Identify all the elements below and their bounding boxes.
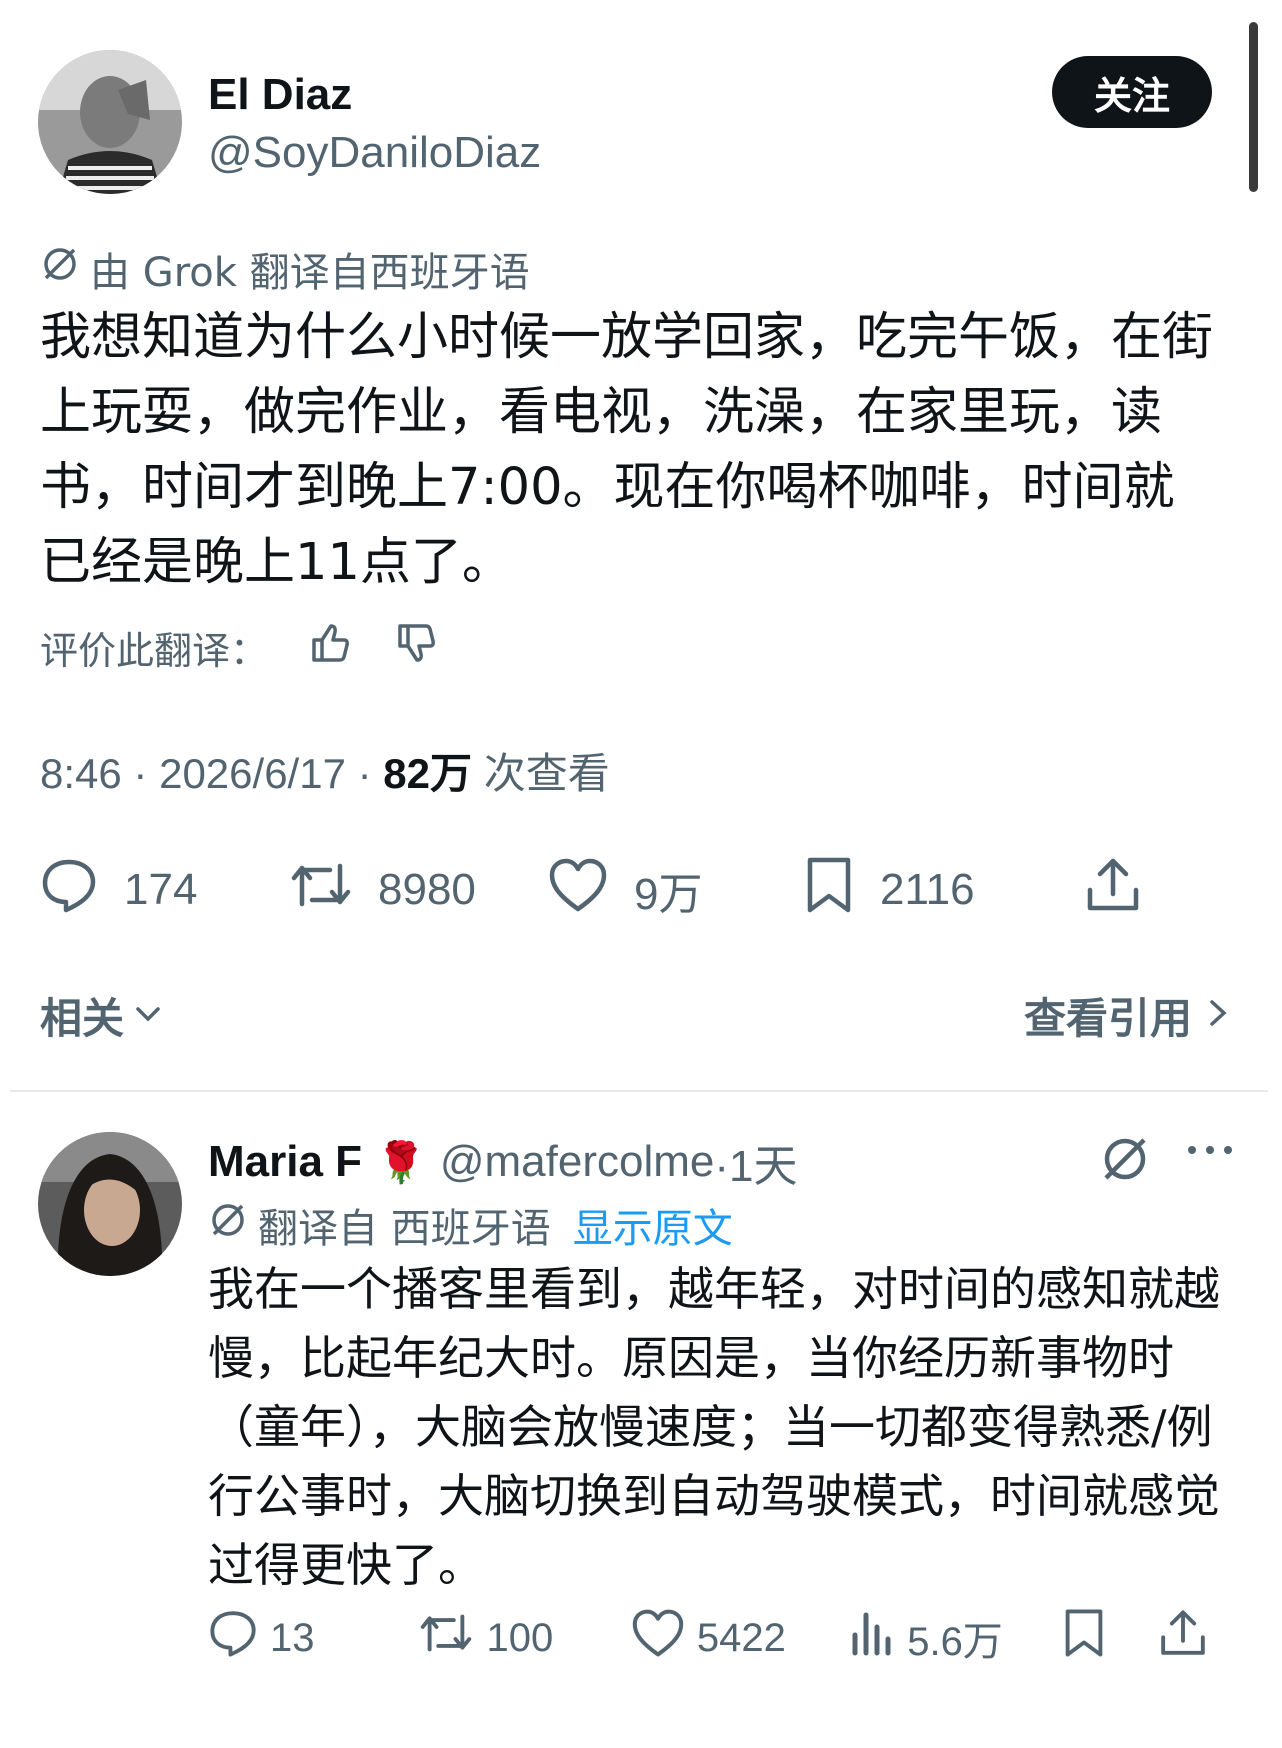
reply-author-handle[interactable]: @mafercolme [440, 1137, 715, 1187]
thumbs-up-icon[interactable] [308, 620, 354, 675]
reply-like-count: 5422 [696, 1615, 786, 1660]
bookmark-count: 2116 [880, 865, 975, 914]
rate-label: 评价此翻译： [40, 629, 269, 673]
thumbs-down-icon[interactable] [394, 620, 440, 675]
author-handle[interactable]: @SoyDaniloDiaz [208, 128, 541, 178]
reply-like-button[interactable]: 5422 [631, 1608, 849, 1668]
reply-actions: 13 100 5422 5.6万 [208, 1608, 1208, 1668]
chevron-right-icon [1206, 991, 1230, 1040]
reply-repost-count: 100 [486, 1615, 554, 1660]
share-button[interactable] [1084, 856, 1142, 925]
reply-share-button[interactable] [1158, 1608, 1208, 1668]
rose-emoji: 🌹 [376, 1139, 426, 1186]
like-count: 9万 [634, 870, 703, 919]
grok-icon [40, 244, 80, 294]
grok-icon [208, 1200, 248, 1250]
view-quotes-link[interactable]: 查看引用 [1024, 985, 1230, 1046]
tweet-date[interactable]: 2026/6/17 [159, 750, 346, 797]
reply-header: Maria F 🌹 @mafercolme ·1天 [208, 1130, 798, 1194]
reply-reply-button[interactable]: 13 [208, 1608, 418, 1668]
reply-author-name[interactable]: Maria F [208, 1137, 362, 1187]
meta-sep: · [133, 750, 148, 797]
tweet-time[interactable]: 8:46 [40, 750, 122, 797]
bookmark-icon [1062, 1608, 1106, 1668]
translation-note: 由 Grok 翻译自西班牙语 [40, 240, 530, 298]
author-avatar[interactable] [38, 50, 182, 194]
rate-translation: 评价此翻译： [40, 620, 440, 675]
author-name[interactable]: El Diaz [208, 70, 352, 120]
share-icon [1084, 856, 1142, 925]
tweet-meta: 8:46 · 2026/6/17 · 82万 次查看 [40, 740, 610, 801]
views-count: 82万 [383, 750, 473, 797]
reply-icon [208, 1608, 258, 1668]
reply-reply-count: 13 [270, 1615, 315, 1660]
related-toggle[interactable]: 相关 [40, 985, 164, 1046]
views-icon [849, 1609, 895, 1667]
scrollbar[interactable] [1249, 22, 1258, 192]
meta-sep: · [357, 750, 372, 797]
reply-views-button[interactable]: 5.6万 [849, 1609, 1061, 1667]
bookmark-button[interactable]: 2116 [804, 856, 1084, 925]
views-label: 次查看 [483, 750, 610, 797]
quotes-label: 查看引用 [1023, 994, 1192, 1043]
reply-avatar[interactable] [38, 1132, 182, 1276]
reply-views-count: 5.6万 [907, 1620, 1003, 1664]
reply-count: 174 [124, 865, 198, 914]
reply-more-button[interactable] [1186, 1140, 1234, 1164]
bookmark-icon [804, 856, 854, 925]
reply-grok-button[interactable] [1098, 1132, 1152, 1190]
divider [10, 1090, 1268, 1092]
follow-button[interactable]: 关注 [1052, 56, 1212, 128]
reply-button[interactable]: 174 [40, 856, 290, 925]
reply-icon [40, 856, 98, 925]
share-icon [1158, 1608, 1208, 1668]
grok-icon [1098, 1138, 1152, 1190]
reply-bookmark-button[interactable] [1062, 1608, 1158, 1668]
repost-button[interactable]: 8980 [290, 856, 548, 925]
reply-translation-text: 翻译自 西班牙语 [258, 1206, 551, 1252]
heart-icon [631, 1608, 685, 1668]
like-button[interactable]: 9万 [548, 857, 804, 924]
chevron-down-icon [132, 991, 164, 1040]
show-original-link[interactable]: 显示原文 [573, 1196, 733, 1254]
reply-translation-note: 翻译自 西班牙语 显示原文 [208, 1196, 733, 1254]
reply-time[interactable]: ·1天 [714, 1130, 797, 1194]
tweet-actions: 174 8980 9万 2116 [40, 850, 1230, 930]
reply-repost-button[interactable]: 100 [418, 1608, 630, 1668]
repost-icon [418, 1608, 474, 1668]
translation-note-text: 由 Grok 翻译自西班牙语 [90, 250, 530, 296]
heart-icon [548, 857, 608, 924]
tweet-text: 我想知道为什么小时候一放学回家，吃完午饭，在街上玩耍，做完作业，看电视，洗澡，在… [40, 308, 1214, 592]
more-icon [1186, 1145, 1234, 1164]
repost-count: 8980 [378, 865, 476, 914]
related-label: 相关 [40, 994, 125, 1043]
repost-icon [290, 856, 352, 925]
reply-text: 我在一个播客里看到，越年轻，对时间的感知就越慢，比起年纪大时。原因是，当你经历新… [208, 1262, 1220, 1592]
